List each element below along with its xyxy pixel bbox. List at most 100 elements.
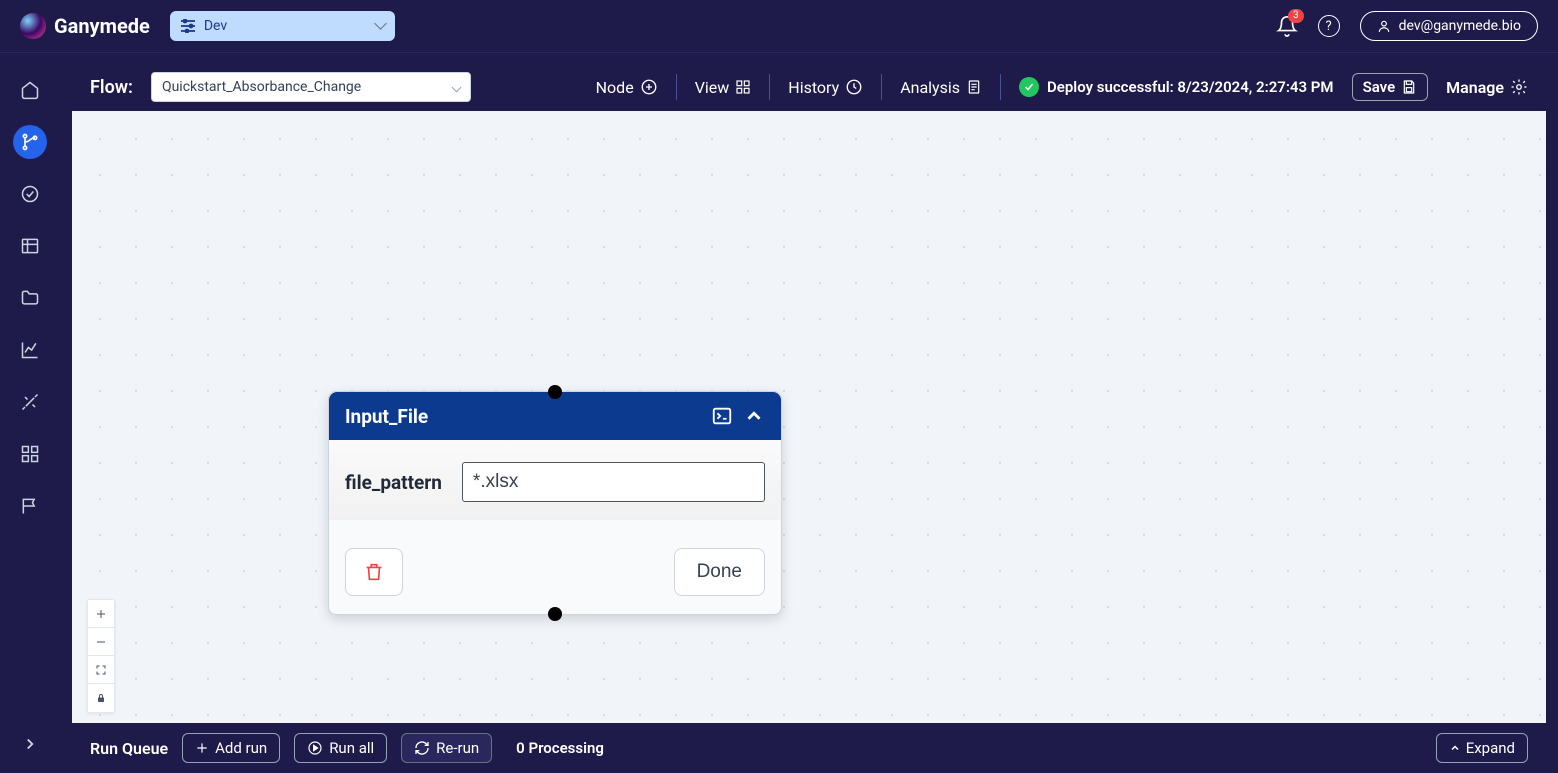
bottombar: Run Queue Add run Run all Re-run 0 Proce… [72, 723, 1546, 773]
brand-logo: Ganymede [20, 13, 150, 39]
notifications-button[interactable]: 3 [1276, 15, 1298, 37]
chevron-right-icon [21, 735, 39, 753]
question-icon: ? [1326, 19, 1332, 34]
trash-icon [363, 561, 385, 583]
rerun-button[interactable]: Re-run [401, 733, 492, 763]
maximize-icon [95, 664, 107, 676]
document-lines-icon [966, 79, 982, 95]
view-button[interactable]: View [695, 78, 752, 97]
analysis-button[interactable]: Analysis [900, 78, 982, 97]
play-circle-icon [307, 740, 323, 756]
sidebar-item-checks[interactable] [13, 177, 47, 211]
table-icon [20, 236, 40, 256]
zoom-out-button[interactable] [88, 628, 114, 656]
flowbar: Flow: Quickstart_Absorbance_Change Node … [72, 63, 1546, 111]
manage-label: Manage [1446, 78, 1504, 97]
sidebar [0, 53, 60, 773]
notification-count-badge: 3 [1288, 9, 1304, 23]
help-button[interactable]: ? [1318, 15, 1340, 37]
history-label: History [788, 78, 839, 97]
home-icon [20, 80, 40, 100]
app-body: Flow: Quickstart_Absorbance_Change Node … [0, 53, 1558, 773]
topbar: Ganymede Dev 3 ? dev@ganymede.bio [0, 0, 1558, 53]
sidebar-item-charts[interactable] [13, 333, 47, 367]
param-label: file_pattern [345, 471, 442, 494]
flow-name: Quickstart_Absorbance_Change [162, 79, 361, 95]
lock-icon [95, 692, 107, 704]
plus-icon [95, 608, 107, 620]
sidebar-item-home[interactable] [13, 73, 47, 107]
delete-node-button[interactable] [345, 548, 403, 596]
run-all-label: Run all [329, 739, 374, 757]
main-panel: Flow: Quickstart_Absorbance_Change Node … [60, 53, 1558, 773]
minus-icon [95, 636, 107, 648]
node-button[interactable]: Node [596, 78, 658, 97]
analysis-label: Analysis [900, 78, 960, 97]
user-icon [1377, 19, 1391, 33]
user-menu[interactable]: dev@ganymede.bio [1360, 11, 1538, 41]
plug-icon [20, 392, 40, 412]
node-collapse-button[interactable] [743, 405, 765, 427]
status-text: Deploy successful: 8/23/2024, 2:27:43 PM [1047, 78, 1334, 96]
env-name: Dev [204, 18, 227, 34]
terminal-icon [711, 405, 733, 427]
chevron-up-icon [743, 405, 765, 427]
view-label: View [695, 78, 730, 97]
flow-select[interactable]: Quickstart_Absorbance_Change [151, 72, 471, 102]
clock-icon [845, 78, 863, 96]
save-button[interactable]: Save [1352, 73, 1429, 101]
save-icon [1401, 79, 1417, 95]
env-selector[interactable]: Dev [170, 11, 395, 41]
user-email: dev@ganymede.bio [1399, 18, 1521, 34]
add-run-label: Add run [215, 739, 267, 757]
expand-label: Expand [1466, 739, 1515, 757]
file-pattern-input[interactable] [462, 462, 765, 502]
refresh-icon [414, 740, 430, 756]
topbar-right: 3 ? dev@ganymede.bio [1276, 11, 1538, 41]
logo-icon [20, 13, 46, 39]
done-button[interactable]: Done [674, 548, 765, 596]
save-label: Save [1363, 78, 1396, 96]
sidebar-item-connections[interactable] [13, 385, 47, 419]
expand-button[interactable]: Expand [1436, 733, 1528, 763]
flag-icon [20, 496, 40, 516]
grid-icon [735, 79, 751, 95]
plus-circle-icon [640, 78, 658, 96]
run-all-button[interactable]: Run all [294, 733, 387, 763]
check-circle-icon [20, 184, 40, 204]
node-port-top[interactable] [548, 385, 562, 399]
flow-canvas[interactable]: Input_File file_pattern [72, 111, 1546, 723]
grid-icon [20, 444, 40, 464]
rerun-label: Re-run [436, 739, 479, 757]
history-button[interactable]: History [788, 78, 863, 97]
plus-icon [195, 741, 209, 755]
node-header: Input_File [329, 392, 781, 440]
node-label: Node [596, 78, 634, 97]
add-run-button[interactable]: Add run [182, 733, 280, 763]
fit-view-button[interactable] [88, 656, 114, 684]
node-body: file_pattern [329, 440, 781, 520]
sidebar-item-flags[interactable] [13, 489, 47, 523]
chart-icon [20, 340, 40, 360]
deploy-status: Deploy successful: 8/23/2024, 2:27:43 PM [1019, 77, 1334, 97]
sidebar-item-dashboard[interactable] [13, 437, 47, 471]
brand-name: Ganymede [54, 14, 150, 38]
node-terminal-button[interactable] [711, 405, 733, 427]
node-port-bottom[interactable] [548, 607, 562, 621]
manage-button[interactable]: Manage [1446, 78, 1528, 97]
flow-node-input-file[interactable]: Input_File file_pattern [328, 391, 782, 615]
lock-view-button[interactable] [88, 684, 114, 712]
flow-label: Flow: [90, 77, 133, 98]
sidebar-item-files[interactable] [13, 281, 47, 315]
processing-count-label: 0 Processing [516, 739, 604, 757]
run-queue-label: Run Queue [90, 739, 168, 758]
settings-bars-icon [180, 19, 196, 33]
zoom-controls [87, 599, 115, 713]
gear-icon [1510, 78, 1528, 96]
sidebar-expand-button[interactable] [21, 735, 39, 753]
zoom-in-button[interactable] [88, 600, 114, 628]
sidebar-item-tables[interactable] [13, 229, 47, 263]
chevron-up-icon [1449, 742, 1461, 754]
branch-icon [20, 132, 40, 152]
sidebar-item-flows[interactable] [13, 125, 47, 159]
